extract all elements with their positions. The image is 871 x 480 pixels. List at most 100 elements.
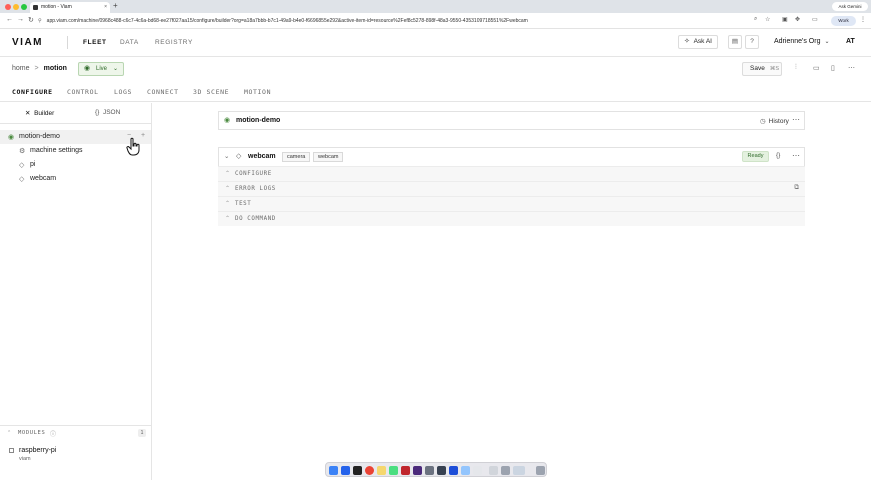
history-icon: ◷ — [760, 118, 766, 125]
component-more-icon[interactable]: ⋯ — [792, 151, 800, 160]
machine-icon: ◉ — [8, 134, 15, 141]
tab-connect[interactable]: CONNECT — [147, 88, 179, 96]
header-divider — [67, 36, 68, 49]
tab-motion[interactable]: MOTION — [244, 88, 271, 96]
comment-icon[interactable]: ▭ — [813, 64, 820, 72]
section-do-command[interactable]: ⌃ DO COMMAND — [218, 211, 805, 226]
tree-item-machine-settings[interactable]: ⚙ machine settings — [19, 147, 83, 155]
app-icon[interactable] — [501, 466, 510, 475]
forward-icon[interactable]: → — [17, 16, 24, 23]
messages-icon[interactable] — [389, 466, 398, 475]
docs-icon[interactable]: ▤ — [728, 35, 742, 49]
app-icon[interactable] — [461, 466, 470, 475]
sparkle-icon: ✧ — [684, 38, 690, 45]
trash-icon[interactable] — [536, 466, 545, 475]
browser-tab-bar: motion - Viam × + Ask Gemini — [0, 0, 871, 13]
zoom-icon[interactable]: ⌕ — [754, 16, 757, 23]
sidepanel-icon[interactable]: ▭ — [812, 16, 818, 23]
zoom-app-icon[interactable] — [449, 466, 458, 475]
module-icon — [9, 448, 14, 453]
extension-icon[interactable]: ▣ — [782, 16, 788, 23]
reload-icon[interactable]: ↻ — [28, 16, 34, 24]
chevron-down-icon[interactable]: ⌄ — [224, 152, 229, 160]
address-bar: ← → ↻ ⚲ app.viam.com/machine/0968c488-c6c… — [0, 13, 871, 29]
diamond-icon: ◇ — [19, 176, 25, 183]
document-icon[interactable]: ▯ — [831, 64, 835, 72]
browser-menu-icon[interactable]: ⋮ — [860, 16, 866, 23]
chrome-icon[interactable] — [365, 466, 374, 475]
new-tab-button[interactable]: + — [113, 1, 118, 10]
window-icon[interactable] — [513, 466, 525, 475]
tab-3d-scene[interactable]: 3D SCENE — [193, 88, 229, 96]
finder-icon[interactable] — [329, 466, 338, 475]
org-name: Adrienne's Org — [774, 38, 821, 45]
history-label: History — [768, 118, 789, 125]
ask-gemini-button[interactable]: Ask Gemini — [832, 2, 868, 11]
open-external-icon[interactable]: ⧉ — [794, 184, 799, 192]
maximize-window-button[interactable] — [21, 4, 27, 10]
macos-dock — [325, 462, 547, 477]
close-tab-icon[interactable]: × — [104, 2, 107, 13]
builder-tab[interactable]: ✕ Builder — [25, 109, 54, 117]
terminal-icon[interactable] — [353, 466, 362, 475]
expand-icon: ⌃ — [225, 201, 231, 207]
ask-ai-button[interactable]: ✧ Ask AI — [678, 35, 718, 49]
tree-item-pi[interactable]: ◇ pi — [19, 161, 35, 169]
back-icon[interactable]: ← — [6, 16, 13, 23]
app-icon[interactable] — [401, 466, 410, 475]
site-info-icon[interactable]: ⚲ — [38, 18, 42, 24]
nav-fleet[interactable]: FLEET — [83, 39, 107, 46]
graph-icon[interactable]: ⫶ — [795, 64, 797, 72]
tab-configure[interactable]: CONFIGURE — [12, 88, 53, 96]
browser-tab[interactable]: motion - Viam × — [30, 2, 110, 13]
component-name[interactable]: webcam — [248, 153, 276, 160]
profile-button[interactable]: Work — [831, 16, 856, 26]
slack-icon[interactable] — [413, 466, 422, 475]
section-label: ERROR LOGS — [235, 186, 276, 192]
module-org: viam — [19, 456, 31, 462]
module-name[interactable]: raspberry-pi — [19, 447, 56, 454]
expand-icon: ⌃ — [225, 171, 231, 177]
nav-registry[interactable]: REGISTRY — [155, 39, 193, 46]
json-toggle-icon[interactable]: {} — [776, 152, 780, 159]
section-error-logs[interactable]: ⌃ ERROR LOGS ⧉ — [218, 181, 805, 196]
json-tab[interactable]: {} JSON — [95, 109, 120, 116]
close-window-button[interactable] — [5, 4, 11, 10]
calendar-icon[interactable] — [473, 466, 482, 475]
help-icon[interactable]: ⓘ — [50, 429, 56, 438]
save-button[interactable]: Save ⌘S — [742, 62, 782, 76]
machine-icon: ◉ — [84, 65, 91, 72]
tree-item-webcam[interactable]: ◇ webcam — [19, 175, 56, 183]
more-options-icon[interactable]: ⋯ — [848, 64, 855, 72]
section-configure[interactable]: ⌃ CONFIGURE — [218, 166, 805, 181]
modules-header[interactable]: ⌃ MODULES ⓘ 1 — [0, 425, 151, 441]
tab-logs[interactable]: LOGS — [114, 88, 132, 96]
help-icon[interactable]: ? — [745, 35, 759, 49]
nav-data[interactable]: DATA — [120, 39, 139, 46]
section-test[interactable]: ⌃ TEST — [218, 196, 805, 211]
settings-icon[interactable] — [425, 466, 434, 475]
machine-more-icon[interactable]: ⋯ — [792, 115, 800, 124]
diamond-icon: ◇ — [19, 162, 25, 169]
status-badge: Ready — [742, 151, 769, 162]
breadcrumb: home > motion — [12, 65, 67, 72]
viam-logo[interactable]: VIAM — [12, 37, 43, 48]
tree-item-motion-demo[interactable]: ◉ motion-demo — [8, 133, 60, 141]
minimize-window-button[interactable] — [13, 4, 19, 10]
app-icon[interactable] — [437, 466, 446, 475]
extensions-puzzle-icon[interactable]: ✥ — [795, 16, 800, 23]
tab-control[interactable]: CONTROL — [67, 88, 99, 96]
history-button[interactable]: ◷ History — [760, 117, 789, 125]
url-field[interactable]: ⚲ app.viam.com/machine/0968c488-c6c7-4c6a… — [38, 16, 778, 26]
live-status-dropdown[interactable]: ◉ Live ⌄ — [78, 62, 124, 76]
vscode-icon[interactable] — [341, 466, 350, 475]
user-avatar[interactable]: AT — [846, 38, 855, 45]
org-switcher[interactable]: Adrienne's Org ⌄ — [774, 38, 830, 45]
breadcrumb-current: motion — [43, 65, 67, 72]
browser-tab-title: motion - Viam — [41, 4, 72, 10]
component-model-chip: webcam — [313, 152, 344, 162]
notes-icon[interactable] — [377, 466, 386, 475]
bookmark-star-icon[interactable]: ☆ — [765, 16, 770, 23]
app-icon[interactable] — [489, 466, 498, 475]
breadcrumb-home[interactable]: home — [12, 65, 30, 72]
